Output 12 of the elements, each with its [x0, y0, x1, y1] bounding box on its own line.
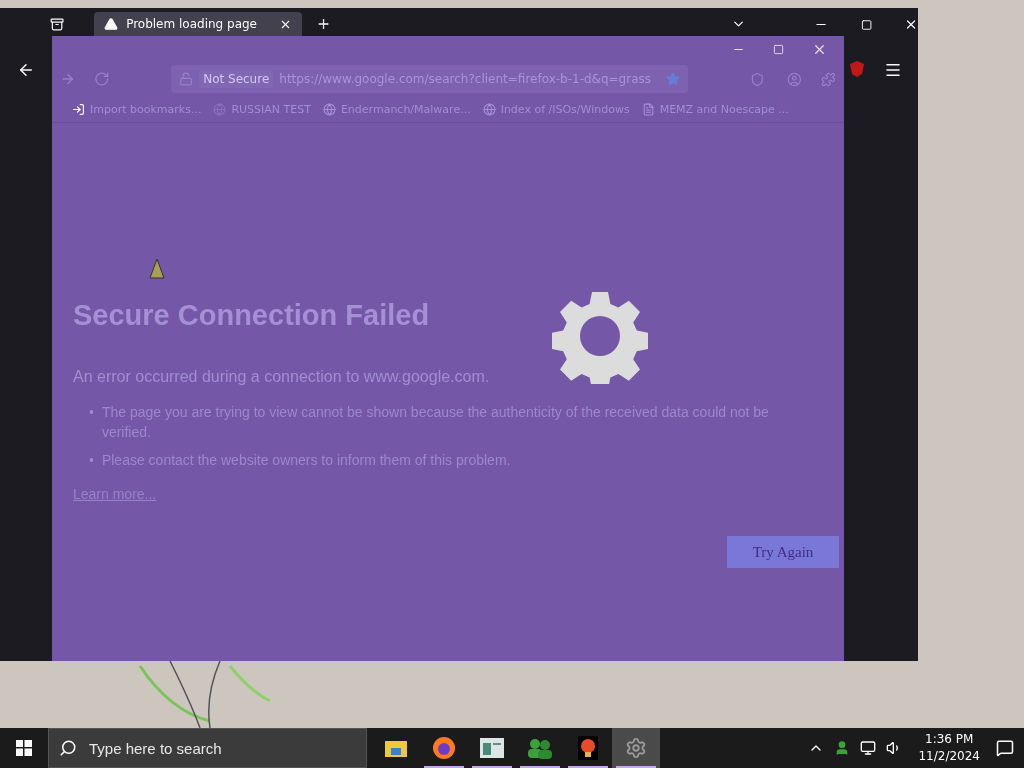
search-field[interactable]: Type here to search — [87, 738, 351, 758]
clock-date: 11/2/2024 — [918, 748, 980, 765]
search-box[interactable]: Type here to search — [48, 728, 367, 768]
error-title: Secure Connection Failed — [73, 299, 431, 332]
browser-tab[interactable]: Problem loading page — [94, 12, 303, 36]
tab-title: Problem loading page — [126, 17, 258, 31]
clock-time: 1:36 PM — [925, 731, 974, 748]
bullet-mark: • — [89, 403, 94, 422]
try-again-button[interactable]: Try Again — [727, 536, 839, 568]
security-label: Not Secure — [199, 70, 274, 88]
bullet-mark: • — [89, 451, 94, 470]
clock[interactable]: 1:36 PM 11/2/2024 — [918, 731, 980, 765]
